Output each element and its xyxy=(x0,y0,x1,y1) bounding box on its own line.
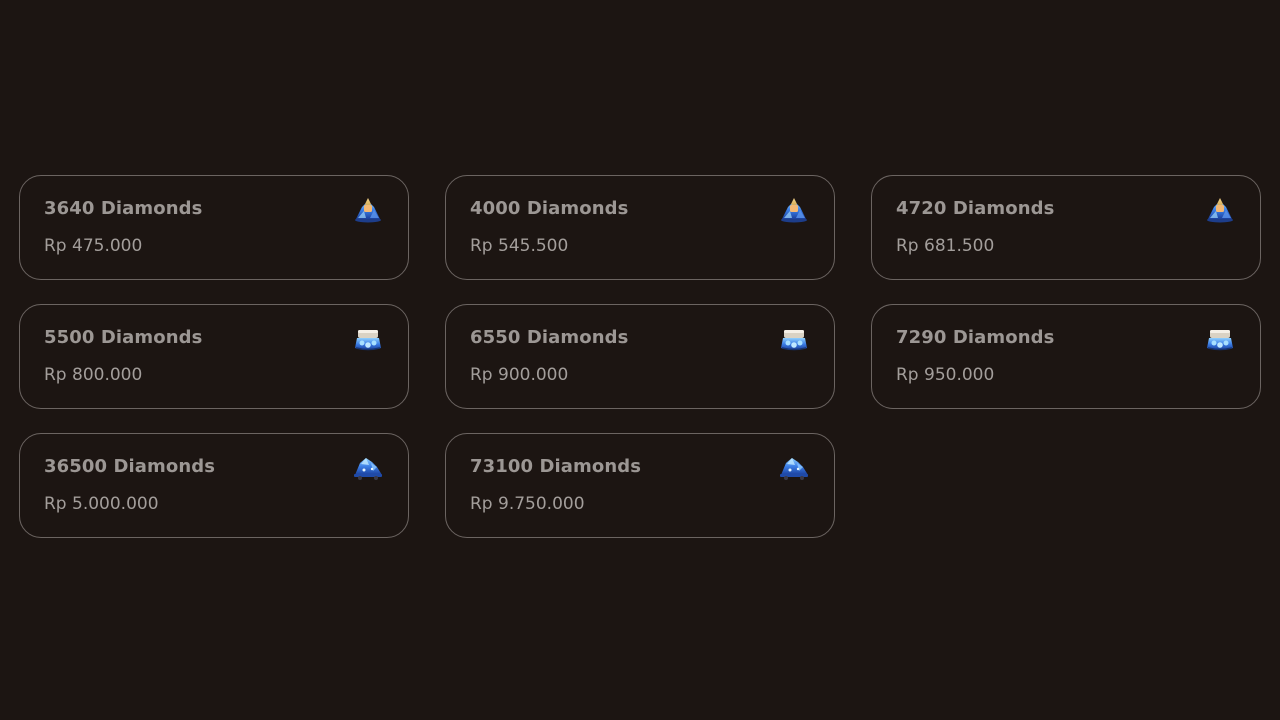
diamond-chest-icon xyxy=(355,330,381,351)
package-title: 73100 Diamonds xyxy=(470,456,642,477)
diamond-chest-icon xyxy=(1207,330,1233,351)
package-card-36500[interactable]: 36500 Diamonds Rp 5.000.000 xyxy=(19,433,409,538)
package-title: 6550 Diamonds xyxy=(470,327,629,348)
package-price: Rp 681.500 xyxy=(896,236,995,256)
diamond-pile-icon xyxy=(781,198,807,223)
package-price: Rp 900.000 xyxy=(470,365,569,385)
package-title: 5500 Diamonds xyxy=(44,327,203,348)
diamond-pile-icon xyxy=(1207,198,1233,223)
diamond-package-grid: 3640 Diamonds Rp 475.000 4000 Diamonds R… xyxy=(19,175,1261,538)
diamond-cart-icon xyxy=(354,458,382,480)
package-card-73100[interactable]: 73100 Diamonds Rp 9.750.000 xyxy=(445,433,835,538)
package-price: Rp 545.500 xyxy=(470,236,569,256)
package-card-6550[interactable]: 6550 Diamonds Rp 900.000 xyxy=(445,304,835,409)
package-price: Rp 475.000 xyxy=(44,236,143,256)
package-price: Rp 950.000 xyxy=(896,365,995,385)
package-card-4000[interactable]: 4000 Diamonds Rp 545.500 xyxy=(445,175,835,280)
package-card-4720[interactable]: 4720 Diamonds Rp 681.500 xyxy=(871,175,1261,280)
package-title: 36500 Diamonds xyxy=(44,456,216,477)
package-card-5500[interactable]: 5500 Diamonds Rp 800.000 xyxy=(19,304,409,409)
package-title: 4000 Diamonds xyxy=(470,198,629,219)
package-title: 3640 Diamonds xyxy=(44,198,203,219)
diamond-chest-icon xyxy=(781,330,807,351)
diamond-cart-icon xyxy=(780,458,808,480)
package-card-3640[interactable]: 3640 Diamonds Rp 475.000 xyxy=(19,175,409,280)
package-card-7290[interactable]: 7290 Diamonds Rp 950.000 xyxy=(871,304,1261,409)
package-title: 4720 Diamonds xyxy=(896,198,1055,219)
package-price: Rp 5.000.000 xyxy=(44,494,159,514)
package-title: 7290 Diamonds xyxy=(896,327,1055,348)
package-price: Rp 800.000 xyxy=(44,365,143,385)
package-price: Rp 9.750.000 xyxy=(470,494,585,514)
diamond-pile-icon xyxy=(355,198,381,223)
